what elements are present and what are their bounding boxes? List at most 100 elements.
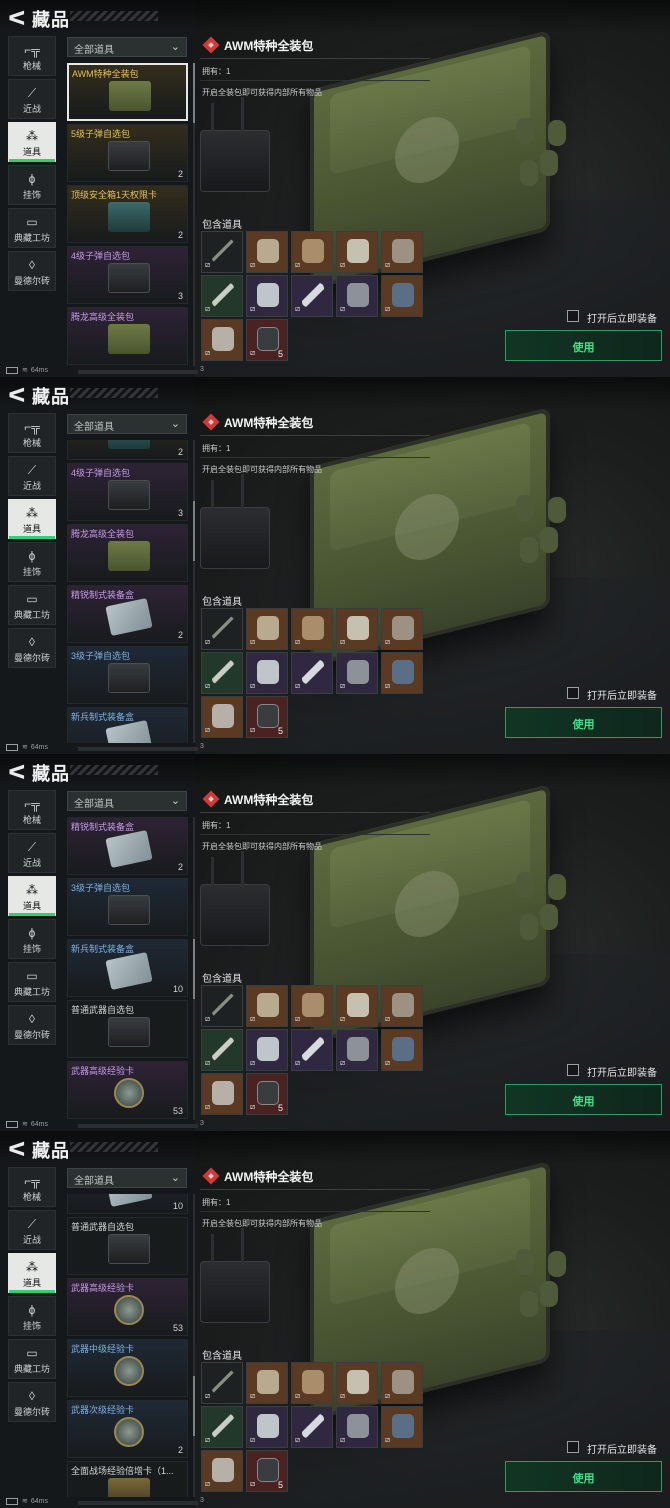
list-item[interactable]: 10: [67, 1194, 188, 1214]
list-scrollbar-thumb[interactable]: [193, 938, 195, 999]
list-item[interactable]: 5级子弹自选包 2: [67, 124, 188, 182]
item-list[interactable]: 10 普通武器自选包 武器高级经验卡 53 武器中级经验卡 武器次级经验卡 2 全面战场经验倍…: [67, 1194, 190, 1497]
nav-item-5[interactable]: ◊ 曼德尔砖: [8, 628, 56, 668]
content-item[interactable]: ⧄: [246, 985, 288, 1027]
content-item[interactable]: ⧄: [381, 275, 423, 317]
list-item[interactable]: 精锐制式装备盒 2: [67, 585, 188, 643]
content-item[interactable]: ⧄: [381, 1406, 423, 1448]
use-button[interactable]: 使用: [505, 707, 662, 738]
nav-item-1[interactable]: ⟋ 近战: [8, 456, 56, 496]
content-item[interactable]: ⧄ 5: [246, 1073, 288, 1115]
content-item[interactable]: ⧄: [246, 1406, 288, 1448]
nav-item-5[interactable]: ◊ 曼德尔砖: [8, 1382, 56, 1422]
content-item[interactable]: ⧄: [246, 231, 288, 273]
content-item[interactable]: ⧄: [201, 319, 243, 361]
content-item[interactable]: ⧄: [291, 275, 333, 317]
list-item[interactable]: 4级子弹自选包 3: [67, 463, 188, 521]
nav-item-4[interactable]: ▭ 典藏工坊: [8, 585, 56, 625]
content-item[interactable]: ⧄ 5: [246, 319, 288, 361]
list-item[interactable]: 顶级安全箱1天权限卡 2: [67, 185, 188, 243]
auto-equip-checkbox[interactable]: [567, 1064, 579, 1076]
list-item[interactable]: 新兵制式装备盒: [67, 707, 188, 743]
list-item[interactable]: 武器中级经验卡: [67, 1339, 188, 1397]
content-item[interactable]: ⧄: [291, 985, 333, 1027]
content-item[interactable]: ⧄: [336, 1406, 378, 1448]
nav-item-3[interactable]: ϕ 挂饰: [8, 542, 56, 582]
list-item[interactable]: 3级子弹自选包: [67, 878, 188, 936]
auto-equip-checkbox[interactable]: [567, 687, 579, 699]
nav-item-2[interactable]: ⁂ 道具: [8, 876, 56, 916]
nav-item-0[interactable]: ⌐╦ 枪械: [8, 1167, 56, 1207]
list-item[interactable]: 腾龙高级全装包: [67, 524, 188, 582]
nav-item-0[interactable]: ⌐╦ 枪械: [8, 790, 56, 830]
nav-item-5[interactable]: ◊ 曼德尔砖: [8, 1005, 56, 1045]
content-item[interactable]: ⧄: [246, 1362, 288, 1404]
content-item[interactable]: ⧄: [291, 1406, 333, 1448]
content-item[interactable]: ⧄: [336, 231, 378, 273]
item-list[interactable]: 精锐制式装备盒 2 3级子弹自选包 新兵制式装备盒 10 普通武器自选包 武器高级经验卡 53: [67, 817, 190, 1120]
list-item[interactable]: 武器高级经验卡 53: [67, 1061, 188, 1119]
content-item[interactable]: ⧄: [291, 1362, 333, 1404]
use-button[interactable]: 使用: [505, 330, 662, 361]
content-item[interactable]: ⧄: [246, 652, 288, 694]
list-scrollbar-thumb[interactable]: [193, 1376, 195, 1437]
nav-item-3[interactable]: ϕ 挂饰: [8, 165, 56, 205]
filter-dropdown[interactable]: 全部道具 ⌄: [67, 37, 187, 57]
content-item[interactable]: ⧄: [201, 1073, 243, 1115]
content-item[interactable]: ⧄: [381, 231, 423, 273]
content-item[interactable]: ⧄: [336, 608, 378, 650]
nav-item-4[interactable]: ▭ 典藏工坊: [8, 962, 56, 1002]
back-arrow-icon[interactable]: ᐸ: [8, 760, 26, 785]
content-item[interactable]: ⧄: [201, 1029, 243, 1071]
list-scrollbar-thumb[interactable]: [193, 63, 195, 123]
content-item[interactable]: ⧄: [291, 231, 333, 273]
auto-equip-checkbox[interactable]: [567, 1441, 579, 1453]
content-item[interactable]: ⧄ 5: [246, 1450, 288, 1492]
use-button[interactable]: 使用: [505, 1084, 662, 1115]
list-item[interactable]: 腾龙高级全装包: [67, 307, 188, 365]
content-item[interactable]: ⧄: [336, 1029, 378, 1071]
list-item[interactable]: 新兵制式装备盒 10: [67, 939, 188, 997]
content-item[interactable]: ⧄: [381, 1362, 423, 1404]
list-item[interactable]: 武器高级经验卡 53: [67, 1278, 188, 1336]
nav-item-0[interactable]: ⌐╦ 枪械: [8, 36, 56, 76]
content-item[interactable]: ⧄: [201, 652, 243, 694]
list-item[interactable]: 全面战场经验倍增卡（1...: [67, 1461, 188, 1497]
filter-dropdown[interactable]: 全部道具 ⌄: [67, 1168, 187, 1188]
nav-item-1[interactable]: ⟋ 近战: [8, 1210, 56, 1250]
back-arrow-icon[interactable]: ᐸ: [8, 383, 26, 408]
content-item[interactable]: ⧄: [336, 652, 378, 694]
content-item[interactable]: ⧄: [381, 1029, 423, 1071]
nav-item-4[interactable]: ▭ 典藏工坊: [8, 1339, 56, 1379]
item-list[interactable]: 2 4级子弹自选包 3 腾龙高级全装包 精锐制式装备盒 2 3级子弹自选包 新兵制式装备盒: [67, 440, 190, 743]
nav-item-1[interactable]: ⟋ 近战: [8, 833, 56, 873]
item-list[interactable]: AWM特种全装包 5级子弹自选包 2 顶级安全箱1天权限卡 2 4级子弹自选包 3 腾龙高级全…: [67, 63, 190, 366]
content-item[interactable]: ⧄: [336, 1362, 378, 1404]
list-item[interactable]: 2: [67, 440, 188, 460]
content-item[interactable]: ⧄: [246, 275, 288, 317]
content-item[interactable]: ⧄: [201, 231, 243, 273]
nav-item-4[interactable]: ▭ 典藏工坊: [8, 208, 56, 248]
content-item[interactable]: ⧄: [201, 1362, 243, 1404]
content-item[interactable]: ⧄: [336, 275, 378, 317]
content-item[interactable]: ⧄: [246, 1029, 288, 1071]
nav-item-2[interactable]: ⁂ 道具: [8, 1253, 56, 1293]
nav-item-2[interactable]: ⁂ 道具: [8, 499, 56, 539]
content-item[interactable]: ⧄: [246, 608, 288, 650]
filter-dropdown[interactable]: 全部道具 ⌄: [67, 414, 187, 434]
content-item[interactable]: ⧄: [201, 1450, 243, 1492]
list-item[interactable]: 普通武器自选包: [67, 1217, 188, 1275]
content-item[interactable]: ⧄: [291, 608, 333, 650]
content-item[interactable]: ⧄: [381, 985, 423, 1027]
content-item[interactable]: ⧄: [201, 1406, 243, 1448]
nav-item-3[interactable]: ϕ 挂饰: [8, 919, 56, 959]
back-arrow-icon[interactable]: ᐸ: [8, 6, 26, 31]
content-item[interactable]: ⧄: [336, 985, 378, 1027]
nav-item-0[interactable]: ⌐╦ 枪械: [8, 413, 56, 453]
list-item[interactable]: AWM特种全装包: [67, 63, 188, 121]
nav-item-1[interactable]: ⟋ 近战: [8, 79, 56, 119]
content-item[interactable]: ⧄: [291, 652, 333, 694]
list-item[interactable]: 普通武器自选包: [67, 1000, 188, 1058]
content-item[interactable]: ⧄: [201, 275, 243, 317]
list-scrollbar[interactable]: [193, 1194, 195, 1497]
